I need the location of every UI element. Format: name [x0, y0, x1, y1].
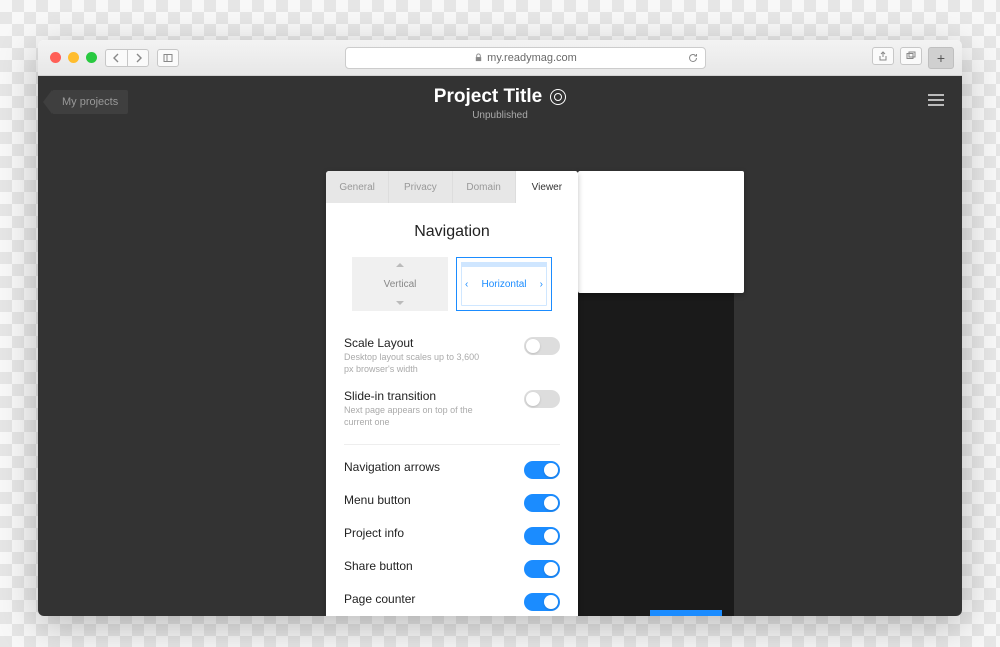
preview-bottom-accent — [650, 610, 722, 616]
option-label: Scale Layout — [344, 336, 484, 350]
option-nav-arrows: Navigation arrows — [344, 453, 560, 486]
option-label: Navigation arrows — [344, 460, 440, 474]
option-menu-button: Menu button — [344, 486, 560, 519]
option-label: Project info — [344, 526, 404, 540]
nav-mode-selector: Vertical ‹ Horizontal › — [344, 257, 560, 311]
panel-body: Navigation Vertical ‹ Horizontal › — [326, 203, 578, 616]
nav-buttons — [105, 49, 149, 67]
section-title: Navigation — [344, 223, 560, 241]
option-label: Page counter — [344, 592, 415, 606]
option-scale-layout: Scale Layout Desktop layout scales up to… — [344, 329, 560, 382]
tab-viewer[interactable]: Viewer — [516, 171, 578, 203]
gear-icon[interactable] — [550, 89, 566, 105]
option-label: Slide-in transition — [344, 389, 484, 403]
page-preview-card[interactable] — [578, 171, 744, 293]
option-slide-in: Slide-in transition Next page appears on… — [344, 382, 560, 435]
browser-chrome: my.readymag.com + — [38, 40, 962, 76]
back-button[interactable] — [105, 49, 127, 67]
settings-tabs: General Privacy Domain Viewer — [326, 171, 578, 203]
share-button-chrome[interactable] — [872, 47, 894, 65]
toggle-menu-button[interactable] — [524, 494, 560, 512]
forward-button[interactable] — [127, 49, 149, 67]
option-label: Share button — [344, 559, 413, 573]
tab-domain[interactable]: Domain — [453, 171, 516, 203]
hamburger-menu-icon[interactable] — [928, 94, 944, 106]
project-status: Unpublished — [38, 110, 962, 121]
toggle-scale-layout[interactable] — [524, 337, 560, 355]
option-page-counter: Page counter — [344, 585, 560, 616]
option-project-info: Project info — [344, 519, 560, 552]
address-bar[interactable]: my.readymag.com — [345, 47, 706, 69]
lock-icon — [474, 53, 483, 62]
tabs-button[interactable] — [900, 47, 922, 65]
project-title-block: Project Title Unpublished — [38, 86, 962, 121]
maximize-window-icon[interactable] — [86, 52, 97, 63]
sidebar-button[interactable] — [157, 49, 179, 67]
address-text: my.readymag.com — [487, 52, 577, 64]
tab-general[interactable]: General — [326, 171, 389, 203]
toggle-slide-in[interactable] — [524, 390, 560, 408]
chevron-left-icon: ‹ — [465, 279, 468, 290]
toggle-share-button[interactable] — [524, 560, 560, 578]
new-tab-button[interactable]: + — [928, 47, 954, 69]
browser-window: my.readymag.com + My projects Project Ti… — [38, 40, 962, 616]
page-frame: my.readymag.com + My projects Project Ti… — [0, 0, 1000, 647]
nav-mode-vertical[interactable]: Vertical — [352, 257, 448, 311]
traffic-lights — [50, 52, 97, 63]
toggle-nav-arrows[interactable] — [524, 461, 560, 479]
divider — [344, 444, 560, 445]
nav-mode-horizontal[interactable]: ‹ Horizontal › — [456, 257, 552, 311]
app-content: My projects Project Title Unpublished Ge… — [38, 76, 962, 616]
tab-privacy[interactable]: Privacy — [389, 171, 452, 203]
toggle-project-info[interactable] — [524, 527, 560, 545]
chevron-right-icon: › — [540, 279, 543, 290]
close-window-icon[interactable] — [50, 52, 61, 63]
project-title: Project Title — [434, 86, 542, 108]
option-label: Menu button — [344, 493, 411, 507]
reload-icon[interactable] — [687, 52, 699, 64]
toggle-page-counter[interactable] — [524, 593, 560, 611]
minimize-window-icon[interactable] — [68, 52, 79, 63]
option-desc: Desktop layout scales up to 3,600 px bro… — [344, 352, 484, 375]
settings-panel: General Privacy Domain Viewer Navigation… — [326, 171, 578, 616]
option-share-button: Share button — [344, 552, 560, 585]
option-desc: Next page appears on top of the current … — [344, 405, 484, 428]
chrome-right-tools: + — [872, 47, 954, 69]
